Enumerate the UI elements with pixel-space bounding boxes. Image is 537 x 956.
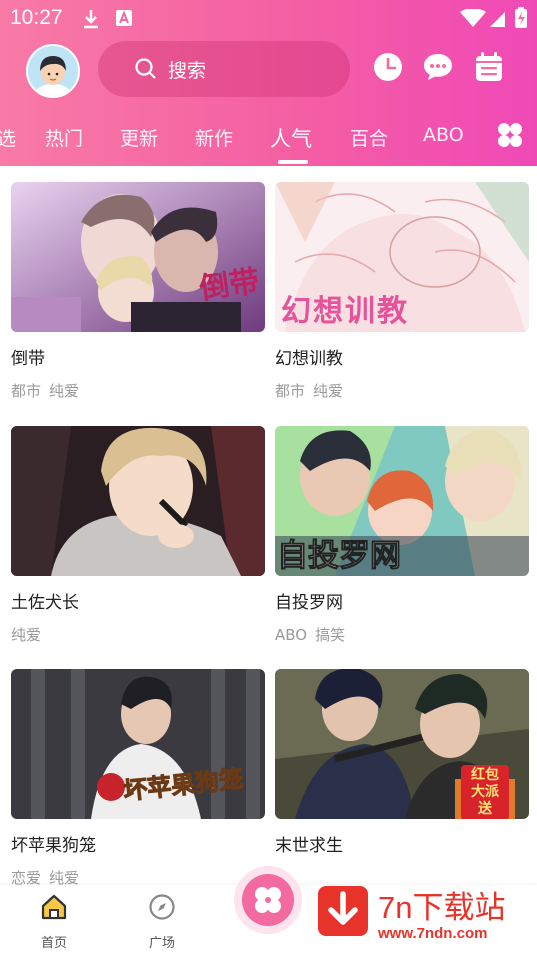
avatar-illustration — [28, 46, 78, 96]
comic-title[interactable]: 末世求生 — [275, 831, 343, 856]
active-tab-indicator — [278, 160, 308, 164]
tab-new[interactable]: 新作 — [195, 124, 233, 151]
comic-tags: 都市 纯爱 — [11, 380, 87, 401]
cover-title-text: 倒带 — [197, 263, 262, 307]
download-arrow-icon — [318, 886, 368, 936]
cover-art — [11, 182, 265, 332]
tab-hot[interactable]: 热门 — [45, 124, 83, 151]
all-categories-icon[interactable] — [496, 121, 524, 149]
compass-icon — [149, 894, 175, 920]
history-clock-icon[interactable] — [373, 52, 403, 82]
comic-tag: 搞笑 — [315, 626, 346, 644]
user-avatar[interactable] — [26, 44, 80, 98]
tab-abo[interactable]: ABO — [423, 124, 464, 146]
comic-title[interactable]: 土佐犬长 — [11, 588, 79, 613]
signal-icon — [490, 12, 505, 27]
comic-tag: 都市 — [275, 382, 306, 400]
comic-title[interactable]: 坏苹果狗笼 — [11, 831, 96, 856]
tab-popular[interactable]: 人气 — [270, 123, 312, 153]
comic-cover[interactable]: 自投罗网 — [275, 426, 529, 576]
arrow-down-icon — [328, 891, 358, 925]
status-time: 10:27 — [10, 6, 63, 29]
watermark-url: www.7ndn.com — [378, 925, 488, 942]
comic-tag: 纯爱 — [49, 382, 80, 400]
watermark-title: 7n下载站 — [378, 890, 506, 925]
status-bar: 10:27 — [0, 0, 537, 36]
search-placeholder: 搜索 — [168, 60, 207, 82]
comic-title[interactable]: 倒带 — [11, 344, 45, 369]
comic-cover[interactable]: 幻想训教 — [275, 182, 529, 332]
comic-cover[interactable]: 红包大派送 — [275, 669, 529, 819]
app-header: 10:27 搜索 选 热门 更新 新作 人气 百合 ABO — [0, 0, 537, 166]
comic-tags: 都市 纯爱 — [275, 380, 351, 401]
calendar-icon[interactable] — [475, 52, 503, 82]
center-action-button[interactable] — [234, 866, 302, 934]
comic-tags: ABO 搞笑 — [275, 624, 353, 645]
search-icon — [135, 58, 156, 79]
comic-tags: 纯爱 — [11, 624, 49, 645]
comic-tag: 纯爱 — [313, 382, 344, 400]
tab-selected[interactable]: 选 — [0, 124, 16, 151]
cover-title-text: 自投罗网 — [277, 538, 402, 575]
comic-cover[interactable] — [11, 426, 265, 576]
comic-tag: 都市 — [11, 382, 42, 400]
cover-title-text: 幻想训教 — [281, 294, 409, 329]
tab-yuri[interactable]: 百合 — [350, 124, 388, 151]
comic-cover[interactable]: 坏苹果狗笼 — [11, 669, 265, 819]
tab-update[interactable]: 更新 — [120, 124, 158, 151]
center-action-inner — [242, 874, 294, 926]
download-icon — [84, 10, 98, 29]
search-bar[interactable]: 搜索 — [98, 41, 350, 97]
message-icon[interactable] — [422, 52, 454, 82]
battery-icon — [515, 7, 527, 28]
nav-home-label: 首页 — [40, 936, 67, 951]
comic-title[interactable]: 幻想训教 — [275, 344, 343, 369]
comic-tag: 纯爱 — [11, 626, 42, 644]
site-watermark: 7n下载站 www.7ndn.com — [318, 878, 537, 956]
comic-title[interactable]: 自投罗网 — [275, 588, 343, 613]
cover-art — [11, 426, 265, 576]
comic-tag: ABO — [275, 626, 308, 644]
keyboard-a-icon — [116, 10, 132, 26]
category-tabs: 选 热门 更新 新作 人气 百合 ABO — [0, 112, 537, 162]
wifi-icon — [460, 9, 486, 27]
cover-promo-text: 红包大派送 — [461, 765, 509, 819]
flower-grid-icon — [255, 887, 281, 913]
comic-cover[interactable]: 倒带 — [11, 182, 265, 332]
nav-home[interactable]: 首页 — [14, 885, 94, 956]
nav-plaza[interactable]: 广场 — [122, 885, 202, 956]
nav-plaza-label: 广场 — [148, 936, 175, 951]
home-icon — [41, 894, 67, 920]
